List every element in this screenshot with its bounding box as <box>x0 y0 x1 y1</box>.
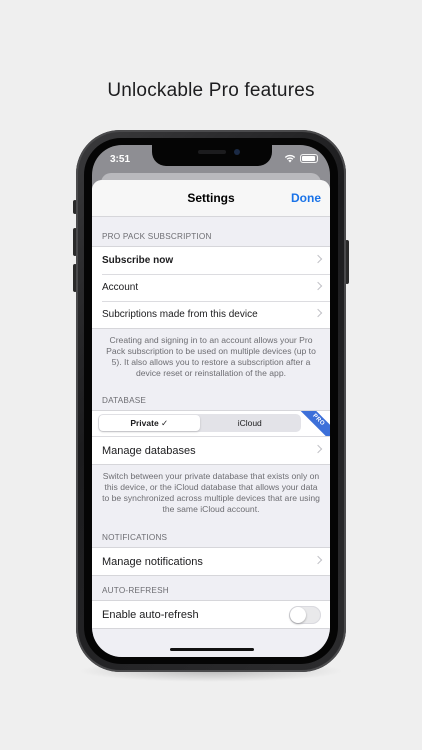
status-icons <box>284 154 318 163</box>
auto-refresh-group: Enable auto-refresh <box>92 600 330 629</box>
account-row[interactable]: Account <box>92 274 330 301</box>
manage-databases-label: Manage databases <box>102 444 196 457</box>
phone-screen: 3:51 Settings Done PRO PACK SUBSCRIPTION <box>92 145 330 657</box>
manage-databases-row[interactable]: Manage databases <box>92 436 330 464</box>
navigation-bar: Settings Done <box>92 180 330 217</box>
wifi-icon <box>284 154 296 163</box>
manage-notifications-row[interactable]: Manage notifications <box>92 548 330 575</box>
section-header-database: DATABASE <box>102 396 147 405</box>
database-segment-row: Private ✓ iCloud PRO <box>92 411 330 436</box>
chevron-right-icon <box>313 281 323 291</box>
status-time: 3:51 <box>110 154 131 165</box>
subscribe-now-label: Subscribe now <box>102 255 174 266</box>
auto-refresh-row: Enable auto-refresh <box>92 601 330 628</box>
chevron-right-icon <box>313 308 323 318</box>
battery-icon <box>300 154 318 163</box>
pro-pack-footer: Creating and signing in to an account al… <box>106 335 316 378</box>
settings-sheet: Settings Done PRO PACK SUBSCRIPTION Subs… <box>92 180 330 657</box>
chevron-right-icon <box>313 444 323 454</box>
phone-frame: 3:51 Settings Done PRO PACK SUBSCRIPTION <box>76 130 346 672</box>
section-header-pro-pack: PRO PACK SUBSCRIPTION <box>102 232 212 241</box>
manage-notifications-label: Manage notifications <box>102 555 203 568</box>
toggle-knob <box>290 607 306 623</box>
pro-ribbon: PRO <box>297 411 330 436</box>
subscribe-now-row[interactable]: Subscribe now <box>92 247 330 274</box>
database-footer: Switch between your private database tha… <box>102 471 320 514</box>
auto-refresh-label: Enable auto-refresh <box>102 608 199 621</box>
subscriptions-label: Subcriptions made from this device <box>102 309 258 320</box>
pro-pack-group: Subscribe now Account Subcriptions made … <box>92 246 330 329</box>
home-indicator[interactable] <box>170 648 254 651</box>
notifications-group: Manage notifications <box>92 547 330 576</box>
database-group: Private ✓ iCloud PRO Manage databases <box>92 410 330 465</box>
auto-refresh-toggle[interactable] <box>289 606 321 624</box>
headline: Unlockable Pro features <box>107 80 315 101</box>
notch <box>152 145 272 166</box>
section-header-notifications: NOTIFICATIONS <box>102 533 168 542</box>
done-button[interactable]: Done <box>291 191 321 205</box>
chevron-right-icon <box>313 254 323 264</box>
database-segmented-control: Private ✓ iCloud <box>98 414 301 432</box>
segment-private[interactable]: Private ✓ <box>99 415 200 431</box>
speaker-grille <box>198 150 226 154</box>
section-header-auto-refresh: AUTO-REFRESH <box>102 586 169 595</box>
segment-icloud[interactable]: iCloud <box>200 415 301 431</box>
account-label: Account <box>102 282 139 293</box>
app-store-screenshot: Unlockable Pro features 3:51 Settings Do… <box>0 0 422 750</box>
front-camera <box>234 149 240 155</box>
chevron-right-icon <box>313 555 323 565</box>
subscriptions-row[interactable]: Subcriptions made from this device <box>92 301 330 328</box>
